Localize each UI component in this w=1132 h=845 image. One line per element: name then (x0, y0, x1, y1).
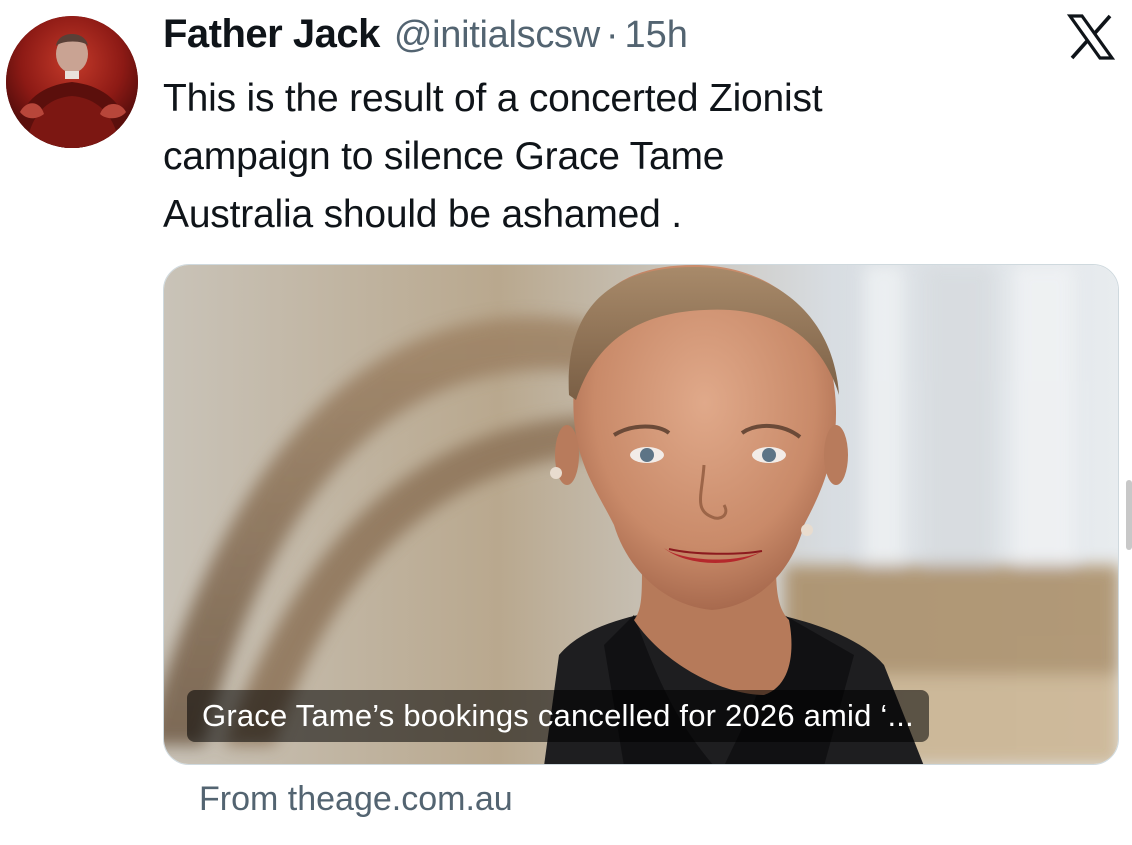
card-source[interactable]: From theage.com.au (199, 780, 513, 819)
tweet-header: Father Jack @initialscsw · 15h (163, 12, 688, 62)
header-separator: · (605, 14, 619, 56)
card-title[interactable]: Grace Tame’s bookings cancelled for 2026… (187, 690, 929, 742)
tweet-text-line: Australia should be ashamed . (163, 193, 682, 236)
author-display-name[interactable]: Father Jack (163, 12, 380, 57)
avatar-image (6, 16, 138, 148)
tweet-text-line: campaign to silence Grace Tame (163, 135, 725, 178)
author-avatar[interactable] (6, 16, 138, 148)
tweet-text: This is the result of a concerted Zionis… (163, 70, 1063, 244)
link-card[interactable]: Grace Tame’s bookings cancelled for 2026… (163, 264, 1119, 765)
x-logo-icon[interactable] (1066, 12, 1116, 62)
scrollbar[interactable] (1126, 480, 1132, 550)
tweet-timestamp[interactable]: 15h (625, 14, 688, 57)
tweet[interactable]: Father Jack @initialscsw · 15h This is t… (0, 0, 1132, 845)
tweet-text-line: This is the result of a concerted Zionis… (163, 77, 823, 120)
author-handle[interactable]: @initialscsw (394, 14, 600, 57)
